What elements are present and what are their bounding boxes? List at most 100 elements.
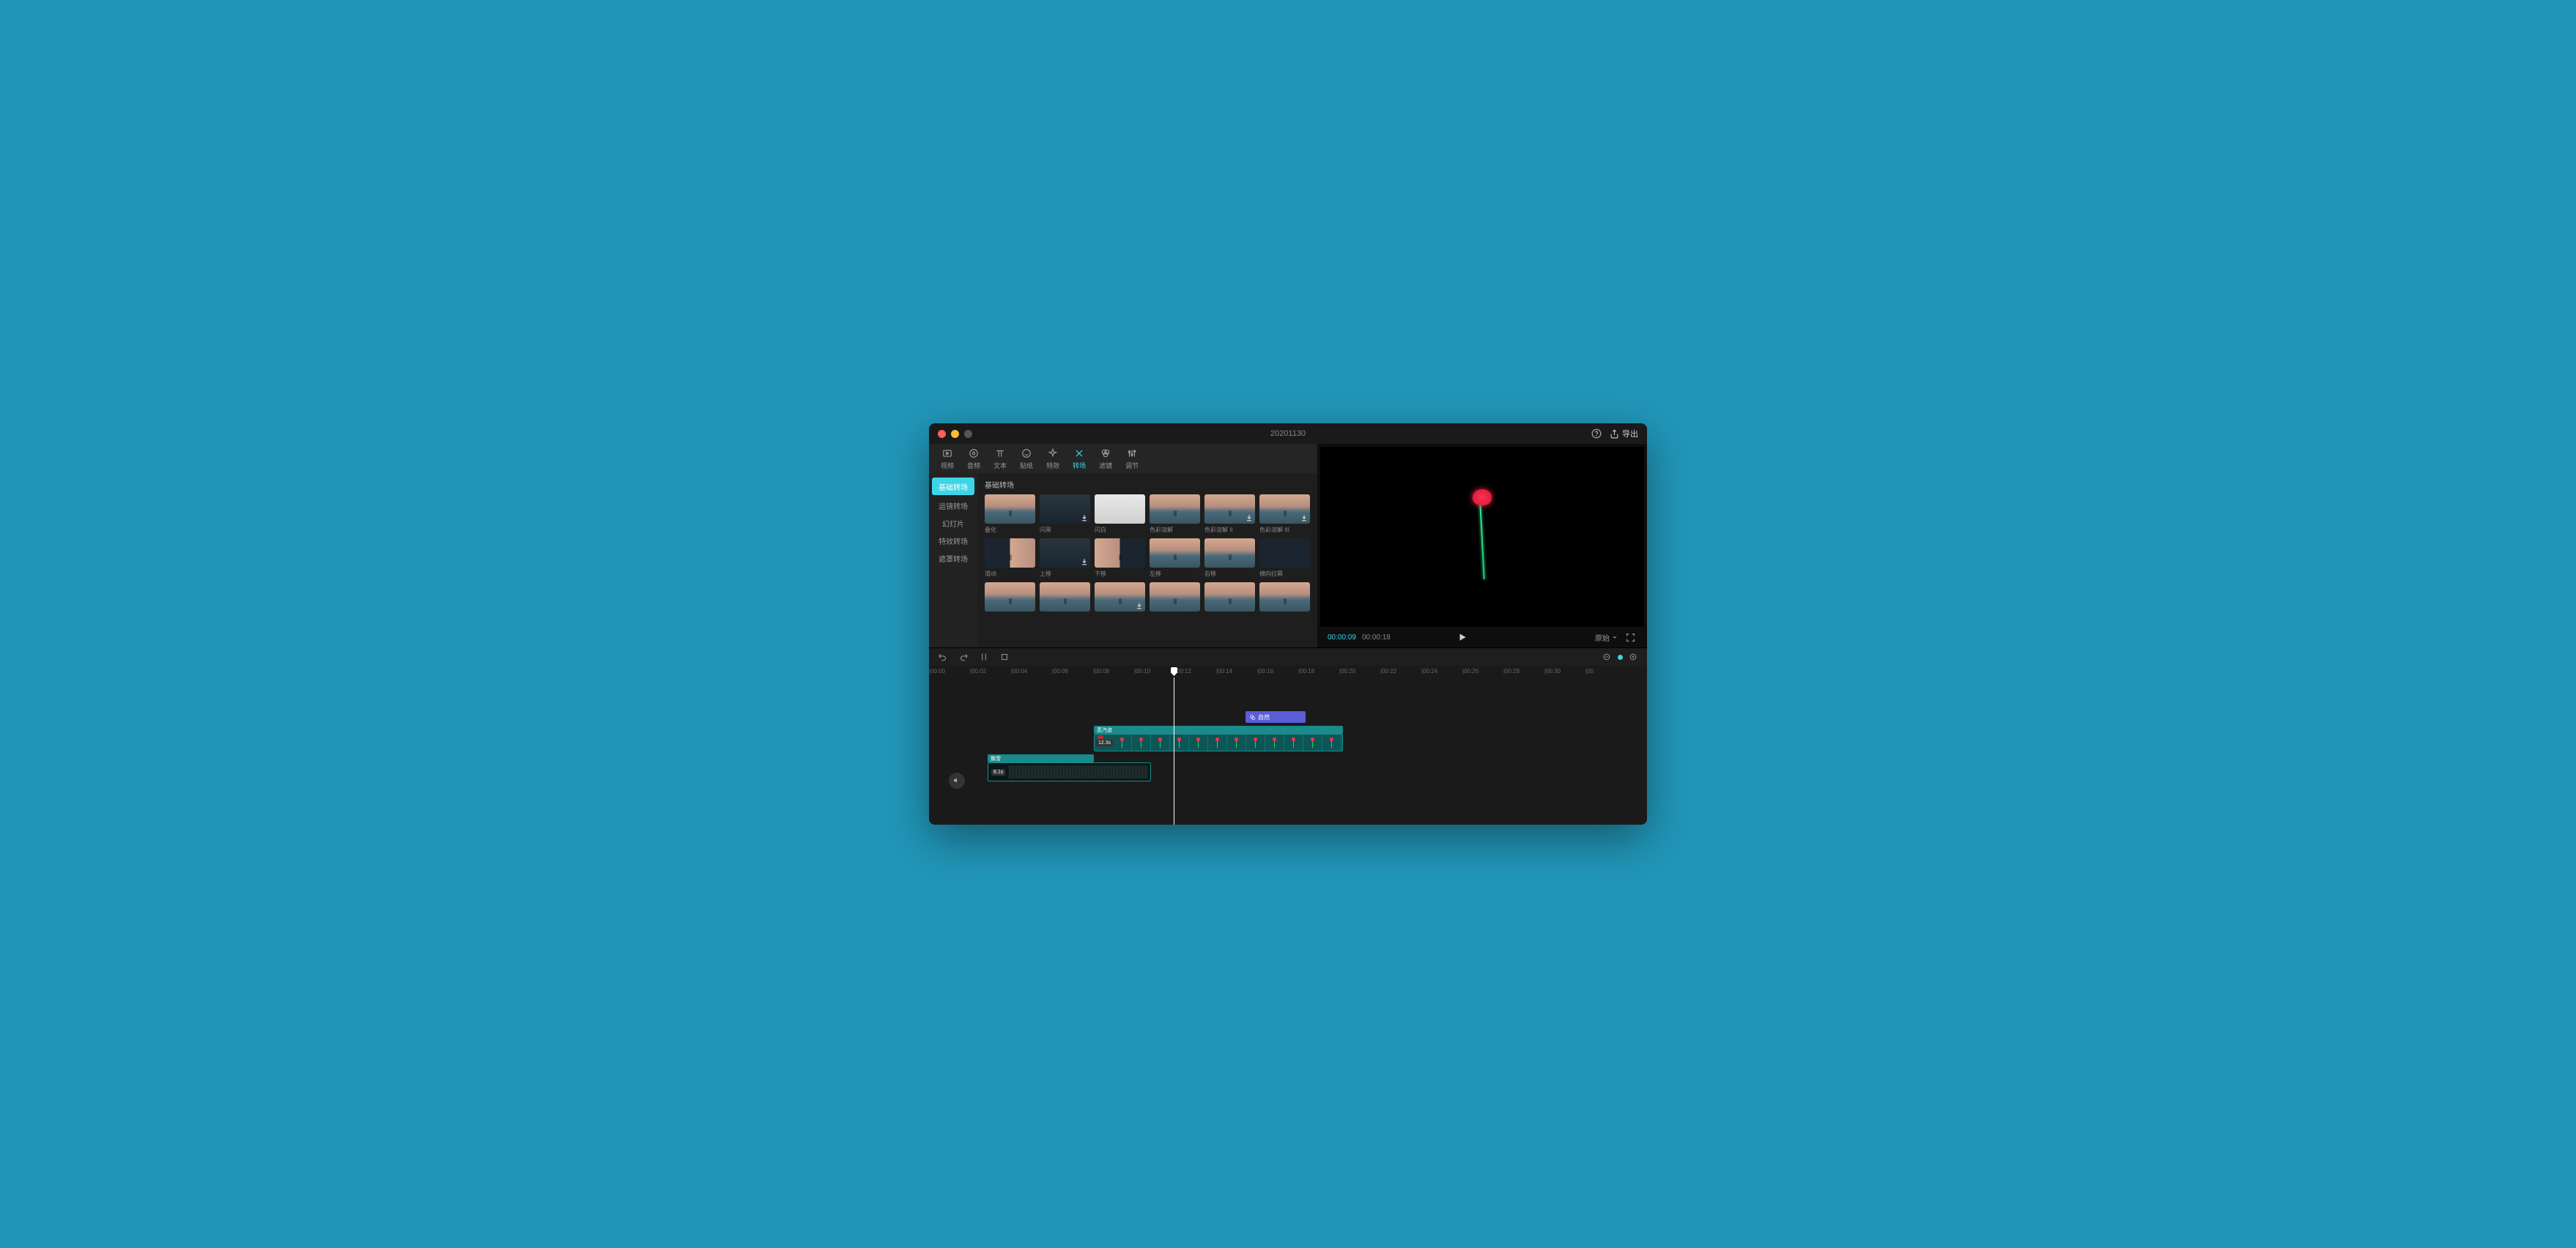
- sidebar-item-effect[interactable]: 特效转场: [929, 532, 977, 549]
- preview-video[interactable]: [1320, 447, 1644, 627]
- thumb-label: 横向拉幕: [1259, 570, 1310, 578]
- transition-thumb[interactable]: 色彩溶解 II: [1204, 494, 1255, 534]
- close-window-button[interactable]: [938, 430, 946, 438]
- crop-button[interactable]: [999, 652, 1010, 662]
- clip-video[interactable]: 12.3s: [1094, 734, 1343, 751]
- text-icon: [994, 447, 1006, 459]
- undo-button[interactable]: [938, 652, 948, 662]
- transition-thumb[interactable]: [1095, 582, 1145, 614]
- upper-panels: 视频 音频 文本 贴纸 特效 转场 滤镜 调节 基础转场 运镜转场 幻灯片 特效…: [929, 444, 1647, 647]
- help-button[interactable]: [1591, 428, 1602, 439]
- fullscreen-button[interactable]: [1625, 631, 1637, 643]
- app-window: 20201130 导出 视频 音频 文本 贴纸 特效 转场 滤镜 调节: [929, 423, 1647, 825]
- transition-thumb[interactable]: 滑动: [985, 538, 1035, 578]
- transition-thumb[interactable]: [1259, 582, 1310, 614]
- tab-sticker[interactable]: 贴纸: [1014, 445, 1039, 473]
- transition-grid: 基础转场 叠化闪黑闪白色彩溶解色彩溶解 II 色彩溶解 III 滑动上移下移左移右移…: [977, 473, 1317, 647]
- preview-content: [1464, 489, 1500, 584]
- thumb-label: 叠化: [985, 526, 1035, 534]
- thumb-label: 左移: [1150, 570, 1200, 578]
- media-panel: 视频 音频 文本 贴纸 特效 转场 滤镜 调节 基础转场 运镜转场 幻灯片 特效…: [929, 444, 1317, 647]
- transition-thumb[interactable]: [1204, 582, 1255, 614]
- filter-icon: [1100, 447, 1111, 459]
- transition-thumb[interactable]: 上移: [1040, 538, 1090, 578]
- transition-icon: [1073, 447, 1085, 459]
- tab-text[interactable]: 文本: [988, 445, 1013, 473]
- clip-filter-label: 蒸汽波: [1097, 727, 1112, 734]
- timeline-panel: |00:00|00:02|00:04|00:06|00:08|00:10|00:…: [929, 647, 1647, 825]
- maximize-window-button[interactable]: [964, 430, 972, 438]
- zoom-in-button[interactable]: [1629, 653, 1638, 662]
- preview-panel: 00:00:09 00:00:18 原始: [1317, 444, 1647, 647]
- traffic-lights: [938, 430, 972, 438]
- sidebar-item-basic[interactable]: 基础转场: [932, 478, 974, 495]
- thumb-label: 滑动: [985, 570, 1035, 578]
- track-controls: [929, 677, 985, 825]
- timeline-tracks[interactable]: 自然 蒸汽波 12.3s 飘雪 8.1s: [929, 677, 1647, 825]
- preview-controls: 00:00:09 00:00:18 原始: [1320, 627, 1644, 647]
- transition-thumb[interactable]: [985, 582, 1035, 614]
- tab-effect[interactable]: 特效: [1040, 445, 1065, 473]
- thumb-label: 上移: [1040, 570, 1090, 578]
- transition-thumb[interactable]: 闪白: [1095, 494, 1145, 534]
- category-title: 基础转场: [985, 479, 1310, 490]
- clip-effect[interactable]: 自然: [1246, 711, 1306, 723]
- ratio-selector[interactable]: 原始: [1595, 632, 1618, 643]
- clip-audio[interactable]: 8.1s: [988, 762, 1151, 781]
- thumb-label: 色彩溶解 II: [1204, 526, 1255, 534]
- audio-icon: [968, 447, 980, 459]
- tab-transition[interactable]: 转场: [1067, 445, 1092, 473]
- export-label: 导出: [1622, 428, 1638, 439]
- tab-audio[interactable]: 音频: [961, 445, 986, 473]
- effect-clip-icon: [1249, 714, 1256, 721]
- zoom-out-button[interactable]: [1602, 653, 1612, 662]
- tab-video[interactable]: 视频: [935, 445, 960, 473]
- clip-audio-label: 飘雪: [991, 755, 1001, 762]
- redo-button[interactable]: [958, 652, 969, 662]
- clip-audio-header[interactable]: 飘雪: [988, 754, 1094, 762]
- minimize-window-button[interactable]: [951, 430, 959, 438]
- transition-thumb[interactable]: 闪黑: [1040, 494, 1090, 534]
- audio-waveform: [1008, 765, 1147, 779]
- transition-thumb[interactable]: 叠化: [985, 494, 1035, 534]
- titlebar: 20201130 导出: [929, 423, 1647, 444]
- mute-button[interactable]: [949, 773, 965, 789]
- tab-adjust[interactable]: 调节: [1119, 445, 1144, 473]
- timeline-ruler[interactable]: |00:00|00:02|00:04|00:06|00:08|00:10|00:…: [929, 666, 1647, 677]
- thumb-label: 色彩溶解: [1150, 526, 1200, 534]
- sidebar-item-camera[interactable]: 运镜转场: [929, 497, 977, 514]
- window-title: 20201130: [1270, 429, 1306, 438]
- thumb-label: 色彩溶解 III: [1259, 526, 1310, 534]
- transition-thumb[interactable]: 右移: [1204, 538, 1255, 578]
- split-button[interactable]: [979, 652, 989, 662]
- media-tabs: 视频 音频 文本 贴纸 特效 转场 滤镜 调节: [929, 444, 1317, 473]
- export-button[interactable]: 导出: [1610, 428, 1638, 439]
- transition-thumb[interactable]: 下移: [1095, 538, 1145, 578]
- play-button[interactable]: [1457, 632, 1467, 642]
- effect-icon: [1047, 447, 1059, 459]
- thumb-label: 闪白: [1095, 526, 1145, 534]
- timeline-toolbar: [929, 648, 1647, 666]
- transition-thumb[interactable]: 色彩溶解: [1150, 494, 1200, 534]
- zoom-indicator[interactable]: [1618, 655, 1623, 660]
- clip-audio-duration: 8.1s: [991, 769, 1005, 776]
- clip-filter[interactable]: 蒸汽波: [1094, 726, 1343, 734]
- transition-thumb[interactable]: [1040, 582, 1090, 614]
- time-current: 00:00:09: [1328, 634, 1356, 642]
- clip-video-duration: 12.3s: [1096, 740, 1113, 746]
- adjust-icon: [1126, 447, 1138, 459]
- transition-thumb[interactable]: 色彩溶解 III: [1259, 494, 1310, 534]
- video-icon: [941, 447, 953, 459]
- transition-thumb[interactable]: 横向拉幕: [1259, 538, 1310, 578]
- transition-thumb[interactable]: 左移: [1150, 538, 1200, 578]
- thumb-label: 右移: [1204, 570, 1255, 578]
- tab-filter[interactable]: 滤镜: [1093, 445, 1118, 473]
- transition-sidebar: 基础转场 运镜转场 幻灯片 特效转场 遮罩转场: [929, 473, 977, 647]
- chevron-down-icon: [1612, 634, 1618, 640]
- sticker-icon: [1021, 447, 1032, 459]
- sidebar-item-mask[interactable]: 遮罩转场: [929, 549, 977, 567]
- thumb-label: 下移: [1095, 570, 1145, 578]
- sidebar-item-slide[interactable]: 幻灯片: [929, 514, 977, 532]
- transition-thumb[interactable]: [1150, 582, 1200, 614]
- clip-effect-label: 自然: [1258, 713, 1270, 721]
